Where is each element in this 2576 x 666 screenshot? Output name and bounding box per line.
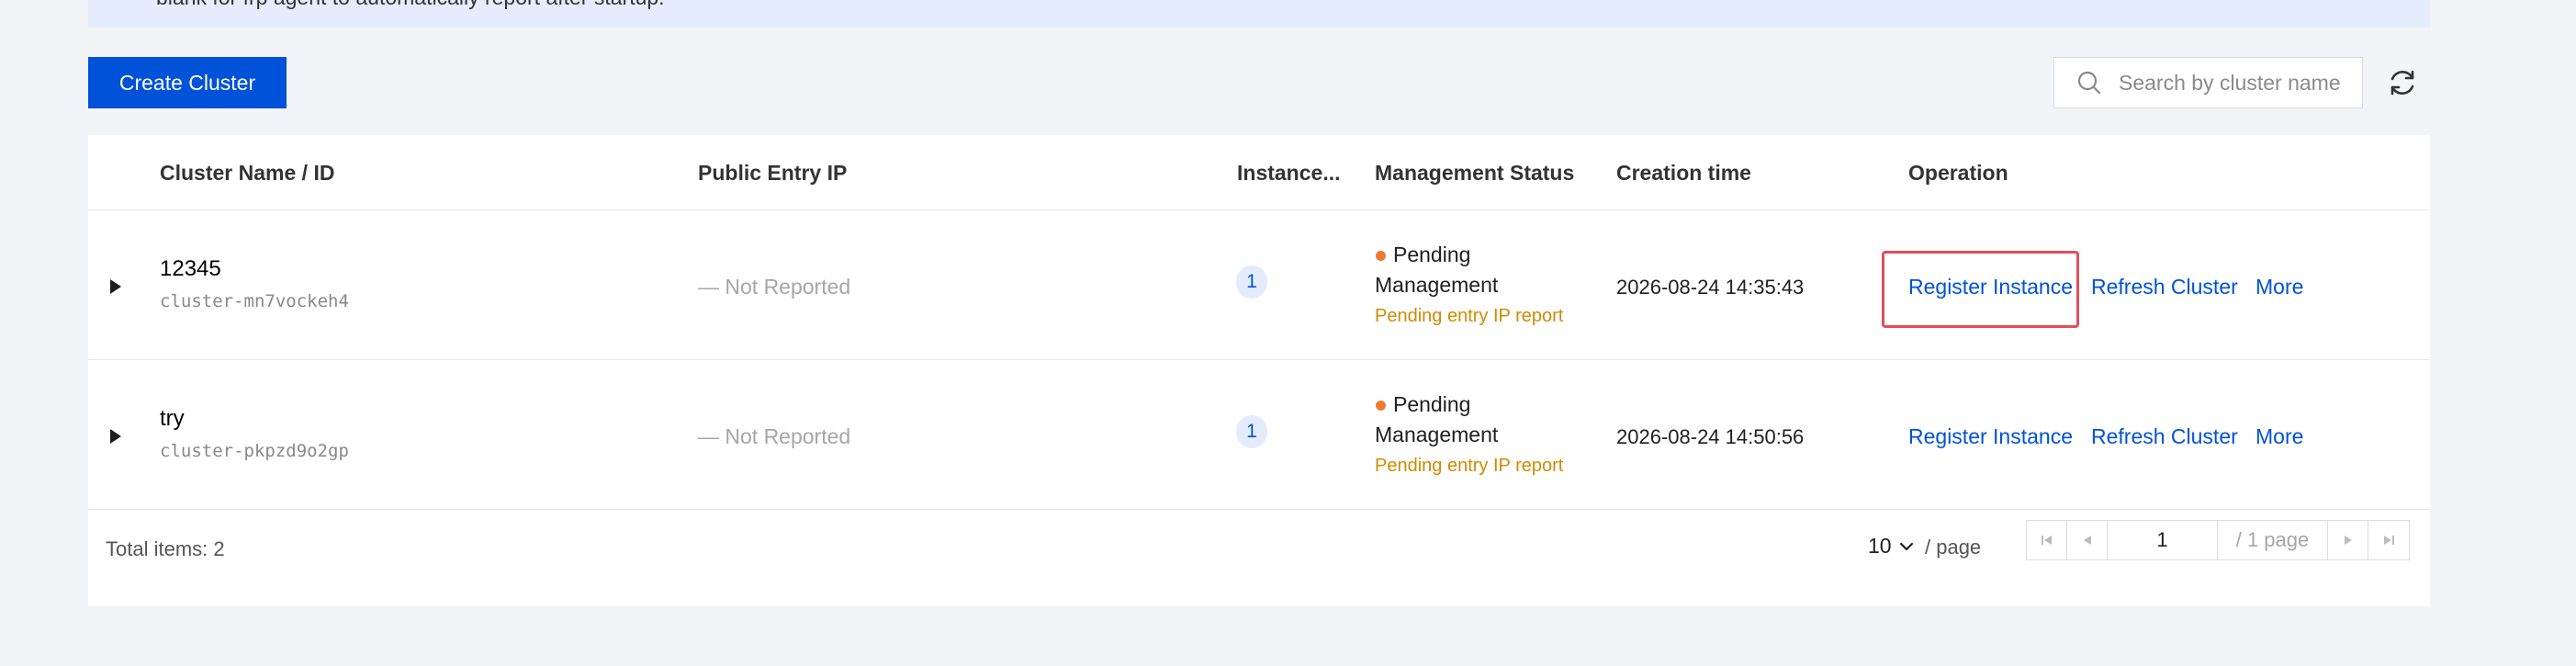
public-entry-ip: — Not Reported xyxy=(698,424,851,448)
table-header: Cluster Name / ID Public Entry IP Instan… xyxy=(88,135,2430,210)
cluster-id: cluster-pkpzd9o2gp xyxy=(160,441,349,461)
public-entry-ip: — Not Reported xyxy=(698,275,851,299)
chevron-down-icon xyxy=(1899,542,1913,550)
status-dot-icon xyxy=(1376,251,1386,261)
table-row: try cluster-pkpzd9o2gp — Not Reported 1 … xyxy=(88,360,2430,510)
cluster-table: Cluster Name / ID Public Entry IP Instan… xyxy=(88,135,2430,606)
column-header-management-status: Management Status xyxy=(1375,161,1575,185)
first-page-button[interactable] xyxy=(2027,521,2067,559)
cluster-name: 12345 xyxy=(160,256,221,281)
prev-page-button[interactable] xyxy=(2067,521,2108,559)
search-box[interactable] xyxy=(2053,57,2363,108)
refresh-cluster-link[interactable]: Refresh Cluster xyxy=(2091,275,2238,299)
pager: / 1 page xyxy=(2026,520,2410,560)
column-header-creation-time: Creation time xyxy=(1616,161,1751,185)
next-page-button[interactable] xyxy=(2328,521,2368,559)
more-link[interactable]: More xyxy=(2255,275,2303,299)
status-note: Pending entry IP report xyxy=(1375,306,1564,326)
column-header-instances: Instance... xyxy=(1237,161,1341,185)
pagination-bar: Total items: 2 10 / page / 1 page xyxy=(88,512,2430,587)
total-items: Total items: 2 xyxy=(106,537,225,560)
management-status-line2: Management xyxy=(1375,273,1499,297)
page-size-value: 10 xyxy=(1868,534,1892,558)
page-number-input[interactable] xyxy=(2108,521,2218,559)
create-cluster-button[interactable]: Create Cluster xyxy=(88,57,287,108)
cluster-name: try xyxy=(160,406,185,431)
search-icon xyxy=(2077,71,2101,95)
cluster-id: cluster-mn7vockeh4 xyxy=(160,291,349,311)
refresh-icon[interactable] xyxy=(2386,66,2419,99)
search-input[interactable] xyxy=(2117,69,2350,96)
expand-row-icon[interactable] xyxy=(110,279,121,294)
next-page-icon xyxy=(2344,536,2352,545)
refresh-cluster-link[interactable]: Refresh Cluster xyxy=(2091,424,2238,449)
info-banner-text: blank for frp agent to automatically rep… xyxy=(156,0,665,10)
column-header-name: Cluster Name / ID xyxy=(160,161,335,185)
status-dot-icon xyxy=(1376,401,1386,411)
column-header-public-ip: Public Entry IP xyxy=(698,161,848,185)
instance-count-badge: 1 xyxy=(1236,415,1267,448)
status-note: Pending entry IP report xyxy=(1375,456,1564,476)
creation-time: 2026-08-24 14:50:56 xyxy=(1616,425,1805,448)
column-header-operation: Operation xyxy=(1908,161,2008,185)
prev-page-icon xyxy=(2083,536,2091,545)
last-page-button[interactable] xyxy=(2368,521,2409,559)
info-banner: blank for frp agent to automatically rep… xyxy=(88,0,2430,28)
instance-count-badge: 1 xyxy=(1236,265,1267,299)
more-link[interactable]: More xyxy=(2255,424,2303,449)
management-status: Pending xyxy=(1393,243,1471,266)
management-status-line2: Management xyxy=(1375,423,1499,446)
highlight-box xyxy=(1882,251,2079,328)
expand-row-icon[interactable] xyxy=(110,429,121,444)
total-pages: / 1 page xyxy=(2218,521,2328,559)
management-status: Pending xyxy=(1393,392,1471,416)
first-page-icon xyxy=(2041,536,2052,545)
per-page-label: / page xyxy=(1925,536,1982,559)
page-size-select[interactable]: 10 xyxy=(1868,534,1914,559)
last-page-icon xyxy=(2384,536,2394,545)
creation-time: 2026-08-24 14:35:43 xyxy=(1616,276,1805,299)
register-instance-link[interactable]: Register Instance xyxy=(1908,424,2073,449)
